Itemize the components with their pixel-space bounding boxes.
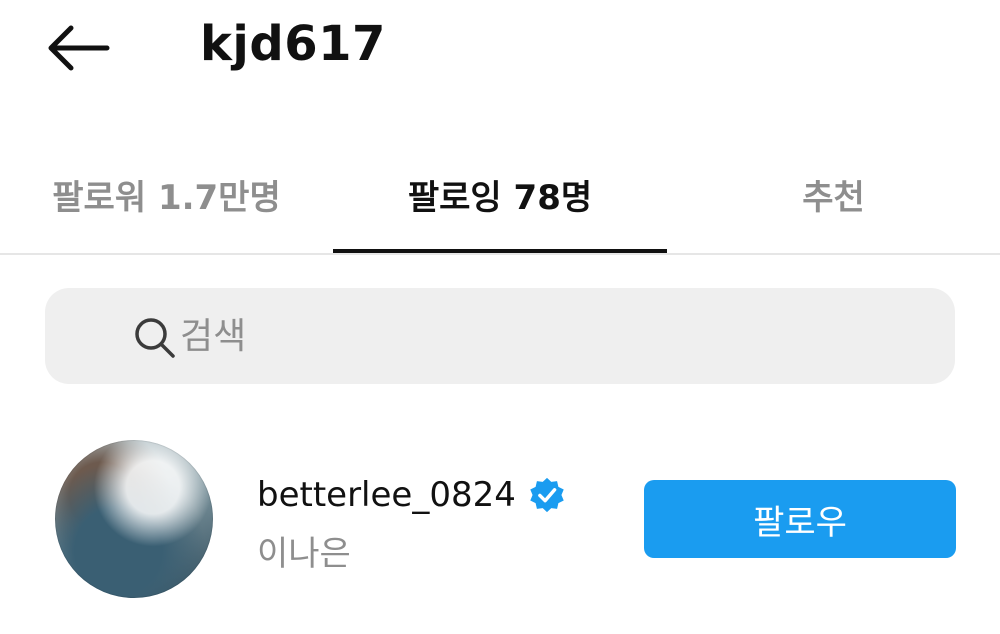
tab-suggested[interactable]: 추천 (667, 135, 1000, 254)
tab-following[interactable]: 팔로잉 78명 (333, 135, 667, 254)
list-item[interactable]: betterlee_0824 이나은 팔로우 (0, 432, 1000, 607)
tab-bar: 팔로워 1.7만명 팔로잉 78명 추천 (0, 135, 1000, 255)
profile-username-title: kjd617 (200, 16, 386, 72)
full-name: 이나은 (257, 534, 351, 574)
username[interactable]: betterlee_0824 (257, 475, 516, 515)
tab-followers[interactable]: 팔로워 1.7만명 (0, 135, 333, 254)
follow-button[interactable]: 팔로우 (644, 480, 956, 558)
tab-divider (0, 253, 1000, 255)
username-line[interactable]: betterlee_0824 (257, 472, 566, 518)
avatar[interactable] (55, 440, 213, 598)
verified-badge-icon (530, 477, 564, 513)
following-screen: kjd617 팔로워 1.7만명 팔로잉 78명 추천 betterlee_08… (0, 0, 1000, 634)
back-button[interactable] (40, 18, 116, 78)
search-input[interactable] (180, 288, 920, 384)
top-bar: kjd617 (0, 0, 1000, 95)
search-bar[interactable] (45, 288, 955, 384)
arrow-left-icon (48, 25, 110, 71)
search-icon (135, 318, 175, 358)
